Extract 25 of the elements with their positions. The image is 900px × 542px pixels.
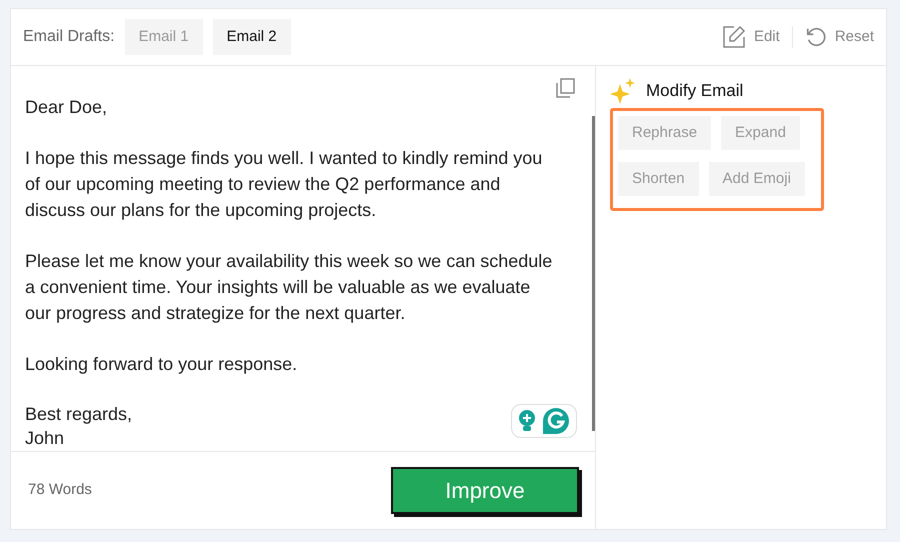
option-button[interactable]: Shorten	[618, 162, 699, 196]
option-button[interactable]: Expand	[721, 116, 800, 150]
edit-button[interactable]: Edit	[722, 25, 780, 49]
option-button[interactable]: Add Emoji	[708, 162, 805, 196]
email-paragraph: Please let me know your availability this week so we can schedule a convenient time. Your insights will be valuable as we evaluate our progress and strategize for the next quarter.	[25, 250, 554, 325]
draft-tab[interactable]: Email 1	[124, 19, 203, 55]
email-paragraph: Looking forward to your response.	[25, 353, 298, 376]
drafts-label: Email Drafts:	[23, 27, 115, 47]
option-button[interactable]: Rephrase	[618, 116, 712, 150]
copy-icon[interactable]	[555, 78, 575, 98]
word-count: 78 Words	[28, 480, 92, 500]
email-paragraph: I hope this message finds you well. I wanted to kindly remind you of our upcoming meeting to review the Q2 performance and discuss our plans for the upcoming projects.	[25, 147, 544, 222]
signature-line: John	[25, 427, 64, 450]
reset-icon	[804, 26, 827, 48]
modify-title: Modify Email	[646, 80, 744, 102]
improve-button[interactable]: Improve	[391, 467, 579, 514]
edit-icon	[722, 25, 746, 49]
signature-line: Best regards,	[25, 403, 132, 426]
draft-tab[interactable]: Email 2	[212, 19, 291, 55]
reset-button[interactable]: Reset	[804, 26, 874, 48]
sparkle-icon	[610, 78, 636, 104]
assistant-widget[interactable]	[511, 404, 577, 438]
g-logo-icon	[542, 407, 570, 435]
email-paragraph: Dear Doe,	[25, 96, 108, 119]
lightbulb-icon	[518, 409, 536, 433]
